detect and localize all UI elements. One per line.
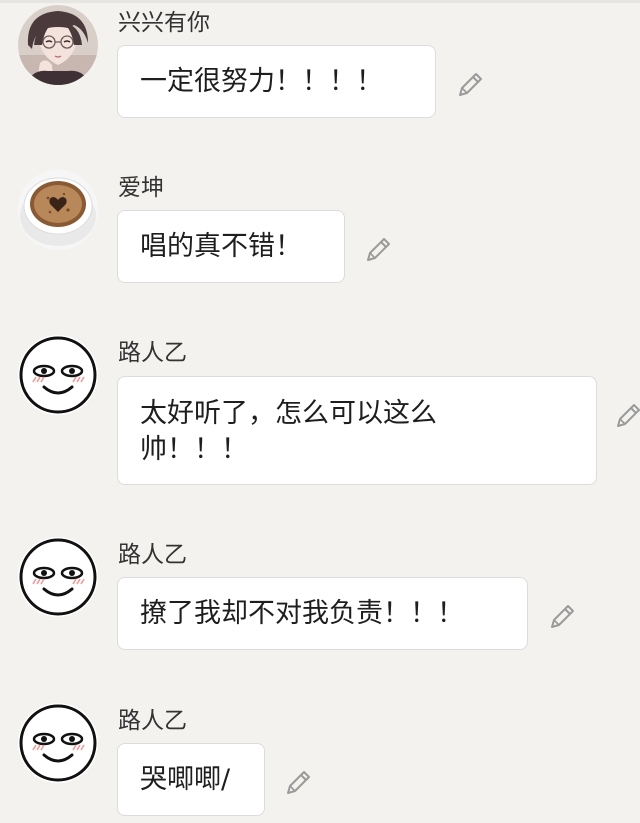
portrait-avatar-image [18,5,98,85]
user-name: 路人乙 [118,542,187,568]
message-bubble: 唱的真不错！ [117,210,345,283]
smiley-avatar-image [19,538,97,616]
user-name: 路人乙 [118,708,187,734]
comment-item: 爱坤 唱的真不错！ [0,160,640,290]
user-name: 爱坤 [118,175,164,201]
message-bubble: 哭唧唧/ [117,743,265,816]
message-text-line: 帅！！！ [140,434,248,465]
pencil-icon[interactable] [284,767,314,797]
user-avatar[interactable] [18,335,98,415]
smiley-avatar-image [19,704,97,782]
comment-item: 兴兴有你 一定很努力！！！！ [0,0,640,130]
user-name: 兴兴有你 [118,10,210,36]
comment-item: 路人乙 哭唧唧/ [0,693,640,823]
message-bubble: 一定很努力！！！！ [117,45,436,118]
pencil-icon[interactable] [548,601,578,631]
user-avatar[interactable] [18,537,98,617]
user-avatar[interactable] [18,703,98,783]
pencil-icon[interactable] [614,400,640,430]
pencil-icon[interactable] [364,234,394,264]
coffee-avatar-image [18,170,98,250]
message-text: 唱的真不错！ [140,231,302,262]
pencil-icon[interactable] [456,69,486,99]
message-text-line: 太好听了，怎么可以这么 [140,398,437,429]
message-text: 哭唧唧/ [140,764,231,795]
user-avatar[interactable] [18,170,98,250]
user-name: 路人乙 [118,340,187,366]
message-bubble: 太好听了，怎么可以这么 帅！！！ [117,376,597,485]
message-text: 撩了我却不对我负责！！！ [140,598,464,629]
comment-item: 路人乙 太好听了，怎么可以这么 帅！！！ [0,325,640,495]
message-text: 一定很努力！！！！ [140,66,383,97]
comment-item: 路人乙 撩了我却不对我负责！！！ [0,527,640,667]
user-avatar[interactable] [18,5,98,85]
smiley-avatar-image [19,336,97,414]
message-bubble: 撩了我却不对我负责！！！ [117,577,528,650]
